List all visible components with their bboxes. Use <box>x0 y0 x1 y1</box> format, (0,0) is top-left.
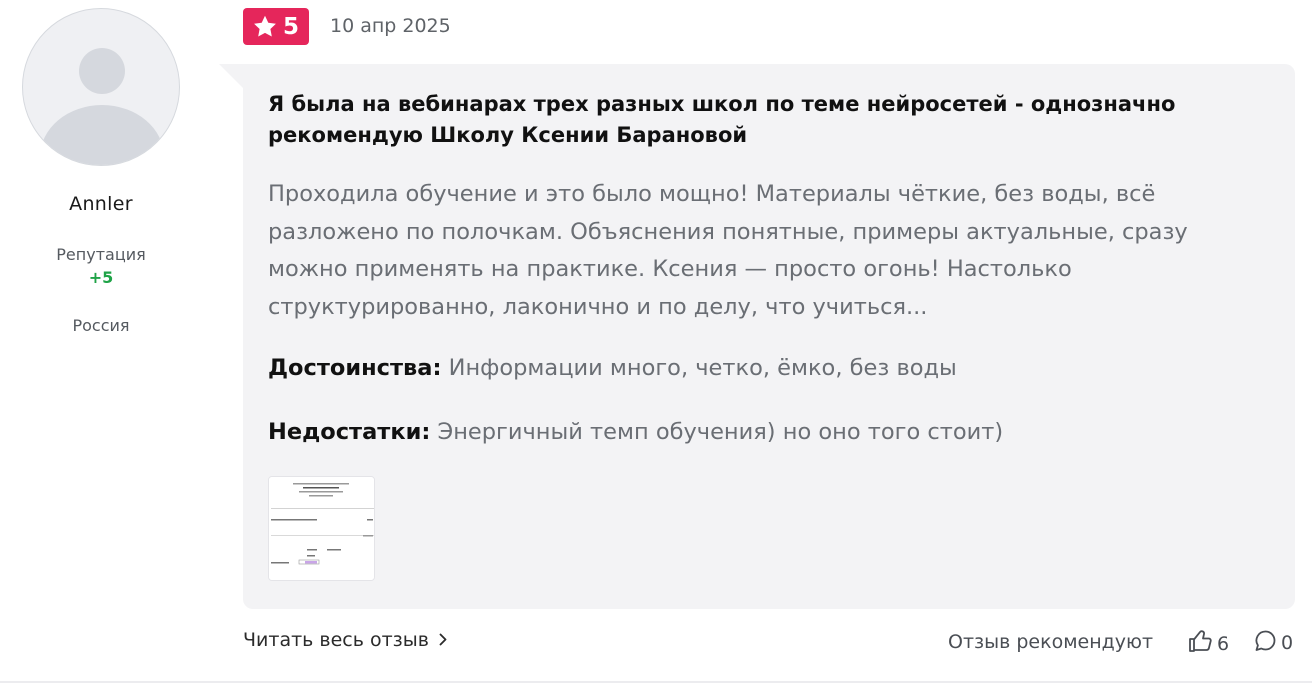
rating-value: 5 <box>282 13 299 40</box>
rating-badge: 5 <box>243 8 309 45</box>
reputation-value: +5 <box>88 268 114 287</box>
read-more-label: Читать весь отзыв <box>243 629 429 651</box>
author-name[interactable]: Annler <box>0 193 202 215</box>
comment-button[interactable]: 0 <box>1254 629 1293 657</box>
comment-icon <box>1254 629 1277 657</box>
like-button[interactable]: 6 <box>1188 629 1229 658</box>
pros-text: Информации много, четко, ёмко, без воды <box>448 355 957 381</box>
author-country: Россия <box>72 316 130 335</box>
cons-text: Энергичный темп обучения) но оно того ст… <box>437 419 1004 445</box>
pros-row: Достоинства: Информации много, четко, ём… <box>268 355 1258 381</box>
star-icon <box>253 15 277 38</box>
attachment-thumbnail[interactable] <box>268 476 375 581</box>
chevron-right-icon <box>439 629 447 651</box>
cons-label: Недостатки: <box>268 419 431 445</box>
likes-count: 6 <box>1217 632 1230 655</box>
review-body: Проходила обучение и это было мощно! Мат… <box>268 181 1188 320</box>
recommend-label: Отзыв рекомендуют <box>948 631 1154 653</box>
reputation-label: Репутация <box>56 245 146 264</box>
review-title[interactable]: Я была на вебинарах трех разных школ по … <box>268 89 1258 151</box>
bubble-tail <box>219 64 245 90</box>
thumbs-up-icon <box>1188 629 1213 658</box>
pros-label: Достоинства: <box>268 355 442 381</box>
divider <box>0 681 1312 683</box>
read-full-review-link[interactable]: Читать весь отзыв <box>243 629 447 651</box>
comments-count: 0 <box>1281 632 1294 654</box>
review-card: Annler Репутация +5 Россия 5 10 апр 2025… <box>0 0 1312 691</box>
cons-row: Недостатки: Энергичный темп обучения) но… <box>268 419 1258 445</box>
review-date: 10 апр 2025 <box>330 15 451 37</box>
user-placeholder-icon[interactable] <box>22 8 180 166</box>
